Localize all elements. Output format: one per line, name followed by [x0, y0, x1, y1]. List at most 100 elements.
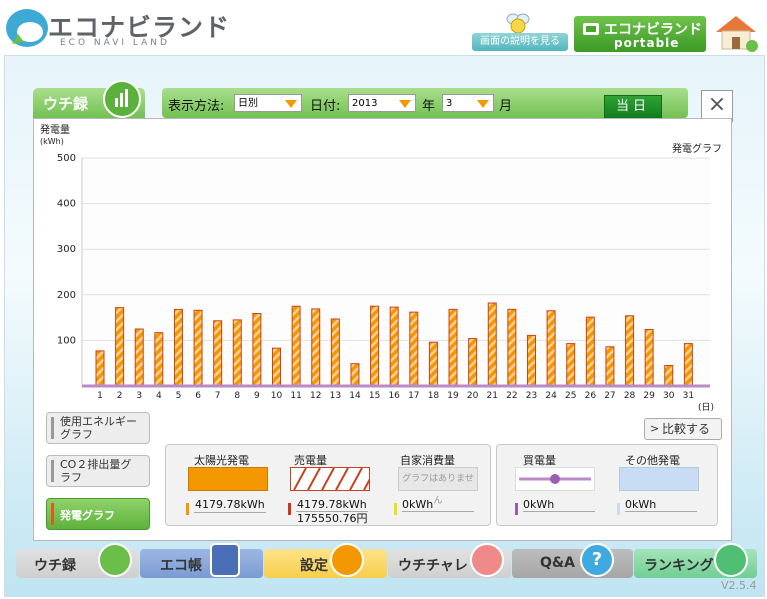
solar-value: 4179.78kWh — [195, 498, 265, 511]
notebook-icon — [210, 543, 240, 577]
month-select[interactable]: 3 — [442, 94, 494, 112]
solar-title: 太陽光発電 — [194, 454, 249, 467]
x-tick-label: 22 — [506, 391, 517, 401]
chevron-down-icon — [399, 100, 411, 108]
energy-graph-button[interactable]: 使用エネルギーグラフ — [46, 412, 150, 444]
generation-graph-label: 発電グラフ — [60, 509, 115, 522]
bought-underline — [523, 511, 595, 512]
nav-settings[interactable]: 設定 — [264, 543, 387, 578]
bar — [350, 363, 360, 387]
house-icon[interactable] — [712, 12, 760, 52]
x-tick-label: 31 — [683, 391, 694, 401]
month-unit: 月 — [499, 99, 513, 114]
nav-qa[interactable]: Q&A ? — [512, 543, 633, 578]
legend-main: 太陽光発電 4179.78kWh 売電量 4179.78kWh 175550.7… — [165, 444, 491, 526]
tab-uchiroku[interactable]: ウチ録 — [33, 80, 145, 118]
energy-graph-label: 使用エネルギーグラフ — [60, 415, 137, 441]
bar — [526, 334, 536, 387]
x-tick-label: 9 — [254, 391, 260, 401]
nav-uchichare-label: ウチチャレ — [398, 558, 468, 574]
bought-value: 0kWh — [523, 498, 555, 511]
solar-underline — [194, 512, 266, 513]
nav-ranking[interactable]: ランキング — [634, 543, 757, 578]
x-tick-label: 5 — [176, 391, 182, 401]
compare-button[interactable]: > 比較する — [644, 418, 722, 440]
nav-uchiroku-label: ウチ録 — [34, 558, 76, 574]
flag-icon — [470, 543, 504, 577]
x-tick-label: 6 — [195, 391, 201, 401]
x-tick-label: 4 — [156, 391, 162, 401]
bar — [193, 309, 203, 387]
bar — [409, 311, 419, 387]
x-tick-label: 30 — [663, 391, 675, 401]
nav-qa-label: Q&A — [540, 555, 575, 571]
x-tick-label: 12 — [310, 391, 321, 401]
x-tick-label: 27 — [604, 391, 615, 401]
x-tick-label: 21 — [487, 391, 498, 401]
co2-graph-button[interactable]: CO２排出量グラフ — [46, 455, 150, 487]
sold-marker — [288, 503, 291, 515]
sold-swatch — [290, 467, 370, 491]
today-button[interactable]: 当日 — [604, 95, 662, 119]
y-tick-label: 200 — [57, 290, 76, 301]
logo-cloud-icon — [6, 9, 48, 47]
display-method-select[interactable]: 日別 — [234, 94, 302, 112]
date-label: 日付: — [310, 99, 341, 114]
bar — [664, 364, 674, 387]
other-marker — [617, 503, 620, 515]
bar — [605, 346, 615, 387]
x-tick-label: 7 — [215, 391, 221, 401]
co2-graph-label: CO２排出量グラフ — [60, 458, 132, 484]
x-tick-label: 15 — [369, 391, 380, 401]
nav-uchichare[interactable]: ウチチャレ — [388, 543, 511, 578]
legend-sub: 買電量 0kWh その他発電 0kWh — [496, 444, 718, 526]
bar — [252, 312, 262, 387]
sold-yen: 175550.76円 — [297, 512, 368, 525]
solar-marker — [186, 503, 189, 515]
side-marker — [51, 503, 54, 525]
bar — [625, 315, 635, 387]
self-placeholder: グラフはありません — [398, 467, 478, 506]
other-title: その他発電 — [625, 454, 680, 467]
bee-mascot-icon — [506, 13, 530, 34]
bar — [134, 328, 144, 387]
year-unit: 年 — [422, 99, 436, 114]
display-method-value: 日別 — [238, 98, 258, 109]
bought-marker — [515, 503, 518, 515]
question-icon: ? — [580, 543, 614, 577]
logo-subtitle: ECO NAVI LAND — [60, 38, 170, 48]
bar — [585, 316, 595, 387]
bar — [154, 332, 164, 387]
bar — [507, 308, 517, 387]
y-tick-label: 300 — [57, 244, 76, 255]
bar — [546, 310, 556, 387]
nav-uchiroku[interactable]: ウチ録 — [16, 543, 139, 578]
x-tick-label: 14 — [349, 391, 361, 401]
x-tick-label: 13 — [330, 391, 341, 401]
bar — [232, 319, 242, 387]
x-tick-label: 24 — [545, 391, 557, 401]
self-marker — [394, 503, 397, 515]
x-tick-label: 19 — [447, 391, 459, 401]
solar-swatch — [188, 467, 268, 491]
nav-ecocho[interactable]: エコ帳 — [140, 543, 263, 578]
x-tick-label: 18 — [428, 391, 440, 401]
bar — [272, 347, 282, 387]
bought-swatch — [515, 467, 595, 491]
bar — [468, 338, 478, 387]
year-select[interactable]: 2013 — [348, 94, 416, 112]
bar — [95, 350, 105, 387]
x-tick-label: 8 — [234, 391, 240, 401]
month-value: 3 — [446, 98, 453, 109]
bar — [173, 308, 183, 387]
x-tick-label: 29 — [643, 391, 655, 401]
x-tick-label: 3 — [136, 391, 142, 401]
sold-title: 売電量 — [294, 454, 327, 467]
help-button[interactable]: 画面の説明を見る — [472, 33, 568, 51]
other-value: 0kWh — [625, 498, 657, 511]
portable-button[interactable]: エコナビランド portable — [574, 16, 706, 52]
generation-graph-button[interactable]: 発電グラフ — [46, 498, 150, 530]
x-tick-label: 20 — [467, 391, 479, 401]
crown-icon — [714, 543, 748, 577]
nav-settings-label: 設定 — [300, 558, 328, 574]
